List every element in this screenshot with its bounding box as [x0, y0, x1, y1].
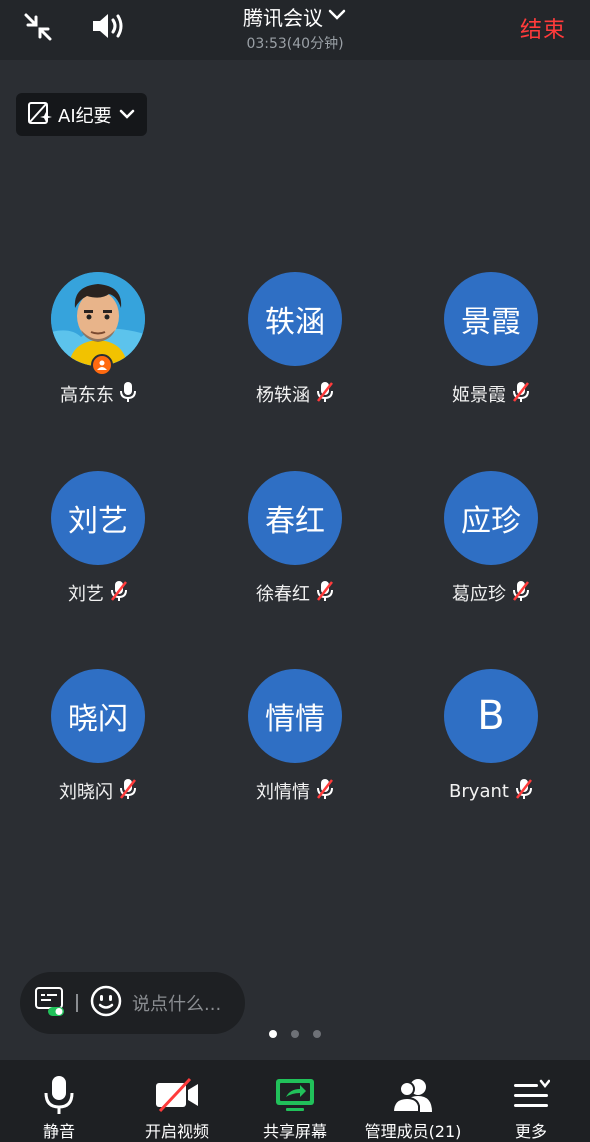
start-video-label: 开启视频	[144, 1122, 209, 1141]
bottom-toolbar: 静音 开启视频 共享屏幕 管理成员(21) 更多	[0, 1060, 590, 1142]
avatar: 应珍	[444, 471, 538, 565]
avatar: 轶涵	[248, 272, 342, 366]
page-dot[interactable]	[291, 1030, 299, 1038]
participant-name: 徐春红	[256, 584, 310, 605]
mute-button[interactable]: 静音	[0, 1060, 118, 1142]
host-icon	[91, 354, 113, 376]
manage-members-button[interactable]: 管理成员(21)	[354, 1060, 472, 1142]
avatar: 景霞	[444, 272, 538, 366]
mic-muted-icon	[512, 580, 530, 607]
share-screen-icon	[274, 1074, 316, 1116]
participant-grid: 高东东 轶涵 杨轶涵 景霞 姬景霞 刘艺 刘艺 春红 徐春红 应珍 葛应珍 晓闪…	[0, 0, 590, 1142]
members-icon	[391, 1074, 435, 1116]
mic-muted-icon	[512, 381, 530, 408]
more-button[interactable]: 更多	[472, 1060, 590, 1142]
chat-input[interactable]: 说点什么...	[132, 990, 221, 1016]
page-indicator	[0, 1030, 590, 1038]
participant-tile[interactable]: 高东东	[0, 272, 196, 406]
avatar	[51, 272, 145, 376]
mic-muted-icon	[515, 778, 533, 805]
participant-name: 刘艺	[68, 584, 104, 605]
participant-tile[interactable]: 刘艺 刘艺	[0, 471, 196, 605]
more-menu-icon	[512, 1074, 550, 1116]
mic-muted-icon	[316, 778, 334, 805]
avatar: B	[444, 669, 538, 763]
participant-tile[interactable]: 晓闪 刘晓闪	[0, 669, 196, 803]
participant-name: 姬景霞	[452, 385, 506, 406]
participant-tile[interactable]: 轶涵 杨轶涵	[197, 272, 393, 406]
participant-name: 刘情情	[256, 782, 310, 803]
emoji-icon[interactable]	[90, 985, 122, 1021]
video-off-icon	[154, 1074, 200, 1116]
mic-muted-icon	[110, 580, 128, 607]
participant-name: 葛应珍	[452, 584, 506, 605]
participant-name: 高东东	[60, 385, 114, 406]
avatar: 晓闪	[51, 669, 145, 763]
participant-tile[interactable]: 景霞 姬景霞	[393, 272, 589, 406]
share-screen-label: 共享屏幕	[262, 1122, 327, 1141]
page-dot-active[interactable]	[269, 1030, 277, 1038]
start-video-button[interactable]: 开启视频	[118, 1060, 236, 1142]
mic-icon	[43, 1074, 75, 1116]
chat-bar[interactable]: 说点什么...	[20, 972, 245, 1034]
caption-icon[interactable]	[34, 986, 66, 1020]
mic-muted-icon	[316, 381, 334, 408]
mute-label: 静音	[42, 1122, 75, 1141]
mic-muted-icon	[119, 778, 137, 805]
participant-name: 杨轶涵	[256, 385, 310, 406]
avatar: 春红	[248, 471, 342, 565]
mic-icon	[120, 381, 136, 408]
participant-tile[interactable]: B Bryant	[393, 669, 589, 803]
participant-name: Bryant	[449, 780, 509, 802]
participant-name: 刘晓闪	[59, 782, 113, 803]
participant-tile[interactable]: 春红 徐春红	[197, 471, 393, 605]
participant-tile[interactable]: 情情 刘情情	[197, 669, 393, 803]
manage-members-label: 管理成员(21)	[364, 1122, 462, 1141]
page-dot[interactable]	[313, 1030, 321, 1038]
avatar: 刘艺	[51, 471, 145, 565]
mic-muted-icon	[316, 580, 334, 607]
more-label: 更多	[514, 1122, 547, 1141]
divider	[76, 994, 78, 1012]
avatar: 情情	[248, 669, 342, 763]
share-screen-button[interactable]: 共享屏幕	[236, 1060, 354, 1142]
participant-tile[interactable]: 应珍 葛应珍	[393, 471, 589, 605]
